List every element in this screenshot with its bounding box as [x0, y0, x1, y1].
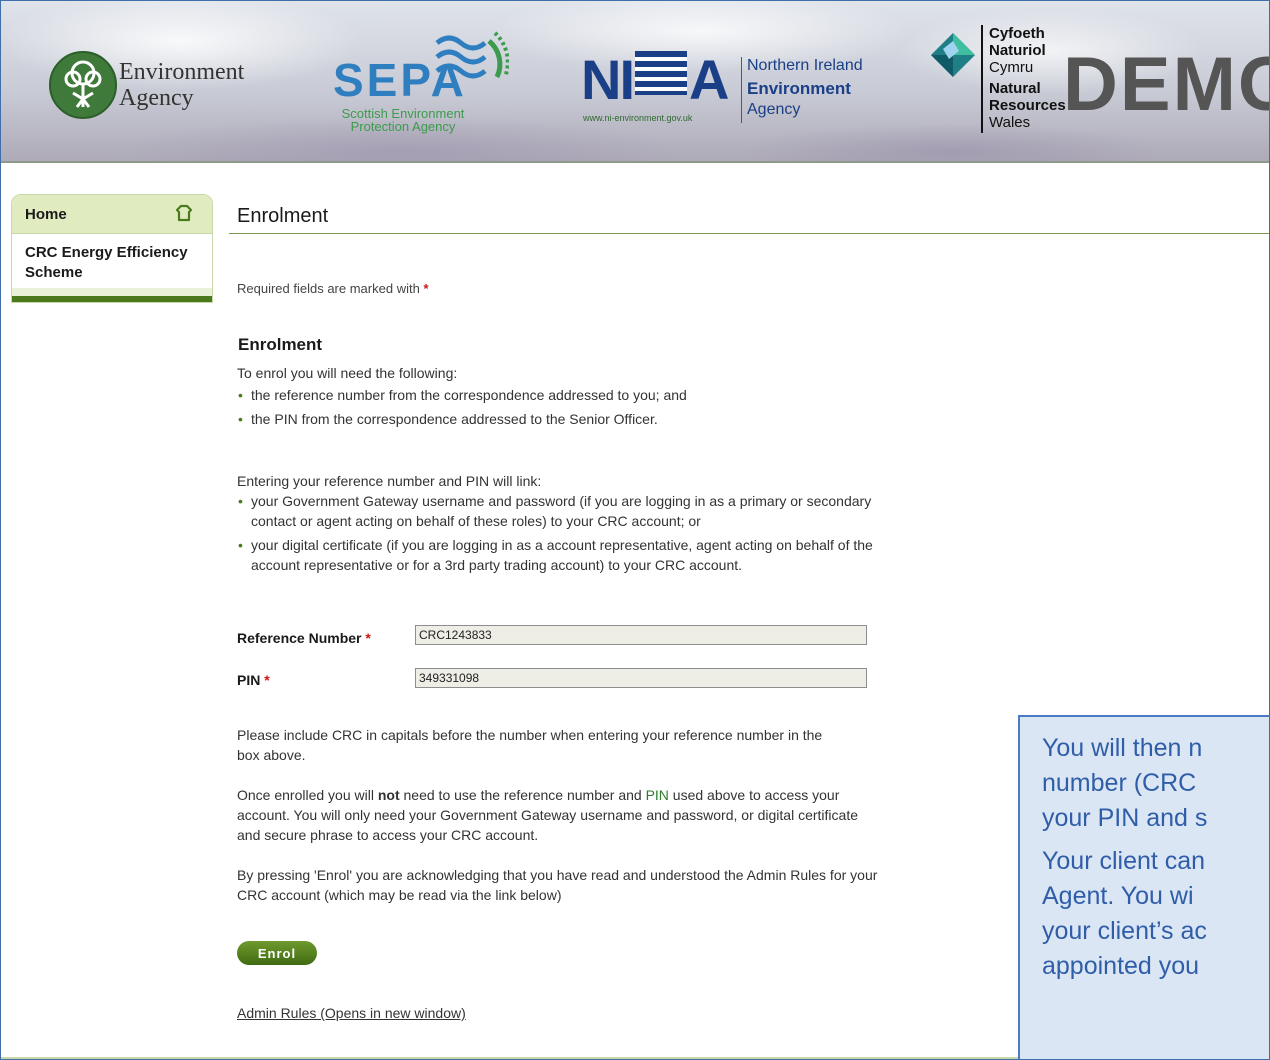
niea-crest-icon: [635, 51, 687, 95]
required-note-text: Required fields are marked with: [237, 281, 420, 296]
sidebar-home-label: Home: [25, 206, 67, 223]
reference-number-label: Reference Number *: [237, 630, 371, 646]
nrw-word-2: Naturiol: [989, 42, 1046, 59]
sidebar-item-crc-scheme[interactable]: CRC Energy Efficiency Scheme: [25, 243, 195, 283]
sidebar-nav: Home CRC Energy Efficiency Scheme: [11, 194, 213, 303]
niea-mark-left: NI: [581, 48, 635, 111]
niea-divider: [741, 57, 742, 123]
list-item: your digital certificate (if you are log…: [237, 535, 897, 575]
niea-line3: Agency: [747, 101, 801, 118]
niea-line1: Northern Ireland: [747, 57, 863, 74]
callout-line: appointed you: [1042, 952, 1200, 980]
nrw-word-6: Wales: [989, 114, 1031, 131]
need-intro: To enrol you will need the following:: [237, 365, 458, 381]
pin-label: PIN *: [237, 672, 270, 688]
callout-paragraph-2: Your client can Agent. You wi your clien…: [1042, 844, 1269, 984]
niea-url: www.ni-environment.gov.uk: [583, 113, 693, 123]
enrol-button[interactable]: Enrol: [237, 941, 317, 965]
once-enrolled-text-b: need to use the reference number and: [399, 787, 646, 803]
main-content: Enrolment Required fields are marked wit…: [229, 205, 1269, 1021]
required-star: *: [264, 672, 270, 688]
demo-watermark: DEMO: [1063, 42, 1269, 127]
callout-line: Your client can: [1042, 847, 1206, 875]
section-heading: Enrolment: [238, 335, 323, 354]
sidebar-item-home[interactable]: Home: [12, 195, 212, 234]
sepa-logo[interactable]: SEPA Scottish Environment Protection Age…: [333, 29, 513, 139]
title-divider: [229, 233, 1269, 234]
callout-line: your client’s ac: [1042, 917, 1207, 945]
nrw-diamond-icon: [931, 33, 975, 77]
niea-line2: Environment: [747, 79, 851, 98]
sepa-subtitle-line2: Protection Agency: [350, 119, 456, 134]
list-item: the PIN from the correspondence addresse…: [237, 409, 897, 429]
sepa-subtitle: Scottish Environment Protection Agency: [333, 107, 473, 133]
required-star: *: [365, 630, 371, 646]
niea-mark: NI A: [581, 48, 729, 111]
callout-paragraph-1: You will then n number (CRC your PIN and…: [1042, 731, 1269, 836]
required-note: Required fields are marked with *: [237, 281, 429, 296]
tree-person-icon: [49, 51, 117, 119]
instruction-callout: You will then n number (CRC your PIN and…: [1018, 715, 1269, 1059]
callout-line: You will then n: [1042, 734, 1203, 762]
reference-number-input[interactable]: [415, 625, 867, 645]
need-list: the reference number from the correspond…: [237, 385, 897, 433]
once-enrolled-pin: PIN: [645, 787, 669, 803]
once-enrolled-note: Once enrolled you will not need to use t…: [237, 785, 867, 845]
callout-line: Agent. You wi: [1042, 882, 1194, 910]
acknowledge-note: By pressing 'Enrol' you are acknowledgin…: [237, 867, 878, 903]
banner-divider: [1, 161, 1269, 163]
once-enrolled-emphasis: not: [377, 787, 400, 803]
callout-line: number (CRC: [1042, 769, 1197, 797]
pin-input[interactable]: [415, 668, 867, 688]
environment-agency-logo[interactable]: Environment Agency: [49, 51, 269, 121]
admin-rules-link[interactable]: Admin Rules (Opens in new window): [237, 1005, 466, 1021]
reference-number-label-text: Reference Number: [237, 630, 362, 646]
link-intro: Entering your reference number and PIN w…: [237, 473, 542, 489]
header-banner: Environment Agency SEPA Scottish Environ…: [1, 1, 1269, 161]
nrw-word-3: Cymru: [989, 59, 1034, 76]
page-title: Enrolment: [237, 205, 329, 227]
nrw-word-1: Cyfoeth: [989, 25, 1045, 42]
sepa-waves-icon: [435, 31, 509, 79]
nrw-word-4: Natural: [989, 80, 1041, 97]
niea-logo[interactable]: NI A www.ni-environment.gov.uk Northern I…: [581, 51, 871, 131]
ea-logo-line2: Agency: [119, 85, 194, 111]
list-item: your Government Gateway username and pas…: [237, 491, 897, 531]
link-list: your Government Gateway username and pas…: [237, 491, 897, 579]
nrw-word-5: Resources: [989, 97, 1066, 114]
nrw-divider: [981, 25, 983, 133]
ea-logo-line1: Environment: [119, 59, 245, 85]
once-enrolled-text-a: Once enrolled you will: [237, 787, 378, 803]
sidebar-footer-bar: [12, 296, 212, 302]
niea-mark-right: A: [689, 48, 729, 111]
sidebar-footer-band: [12, 288, 212, 296]
list-item: the reference number from the correspond…: [237, 385, 897, 405]
home-icon[interactable]: [174, 204, 194, 227]
callout-line: your PIN and s: [1042, 804, 1208, 832]
app-window: Environment Agency SEPA Scottish Environ…: [0, 0, 1270, 1060]
required-star: *: [423, 281, 429, 296]
capitals-note: Please include CRC in capitals before th…: [237, 727, 823, 763]
pin-label-text: PIN: [237, 672, 261, 688]
